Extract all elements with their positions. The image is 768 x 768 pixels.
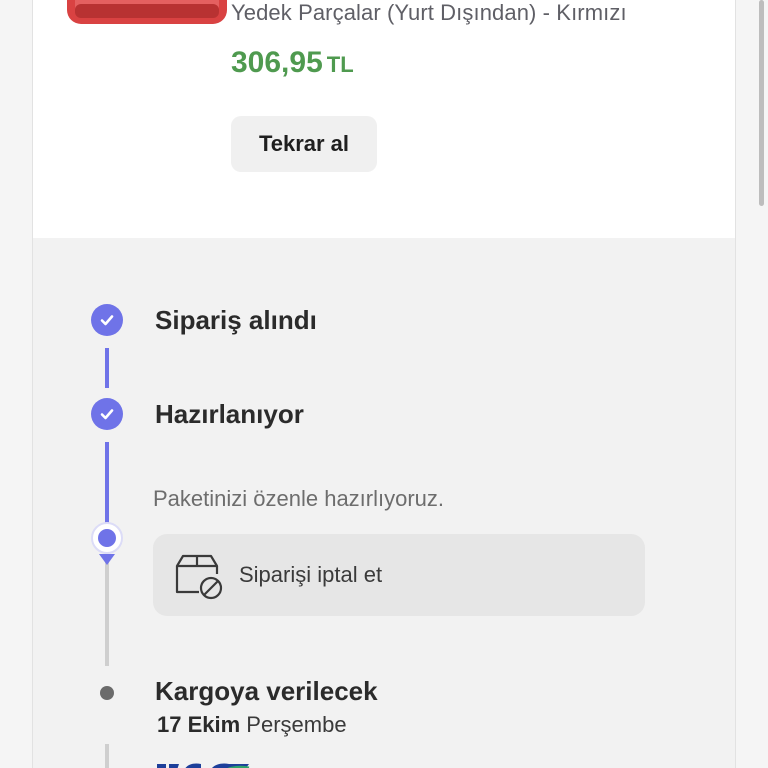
price-currency: TL	[326, 52, 354, 77]
ship-date-day: 17 Ekim	[157, 712, 241, 737]
order-detail-card: Yedek Parçalar (Yurt Dışından) - Kırmızı…	[32, 0, 736, 768]
product-section: Yedek Parçalar (Yurt Dışından) - Kırmızı…	[33, 0, 735, 238]
box-cancel-icon	[175, 554, 223, 600]
pending-status-dot	[100, 686, 114, 700]
current-status-marker	[91, 522, 123, 554]
timeline-connector-progress	[105, 442, 109, 524]
product-thumbnail[interactable]	[65, 0, 229, 26]
product-title[interactable]: Yedek Parçalar (Yurt Dışından) - Kırmızı	[231, 0, 627, 26]
check-icon	[91, 304, 123, 336]
timeline-connector-done	[105, 348, 109, 388]
ship-date-weekday: Perşembe	[246, 712, 347, 737]
scrollbar[interactable]	[759, 0, 764, 206]
check-icon	[91, 398, 123, 430]
current-marker-pointer	[99, 554, 115, 565]
carrier-logo	[157, 763, 250, 768]
product-price: 306,95 TL	[231, 46, 354, 80]
status-description: Paketinizi özenle hazırlıyoruz.	[153, 486, 445, 511]
step-label-shipping: Kargoya verilecek	[155, 676, 378, 706]
timeline-connector-pending	[105, 556, 109, 666]
cancel-order-button[interactable]: Siparişi iptal et	[153, 534, 645, 616]
step-label-received: Sipariş alındı	[155, 305, 317, 335]
timeline-connector-pending	[105, 744, 109, 768]
price-amount: 306,95	[231, 46, 323, 79]
cancel-order-label: Siparişi iptal et	[239, 562, 383, 587]
rebuy-button[interactable]: Tekrar al	[231, 116, 377, 172]
step-label-preparing: Hazırlanıyor	[155, 399, 304, 429]
order-status-timeline: Sipariş alındı Hazırlanıyor Paketinizi ö…	[33, 238, 735, 768]
estimated-ship-date: 17 Ekim Perşembe	[157, 712, 347, 738]
